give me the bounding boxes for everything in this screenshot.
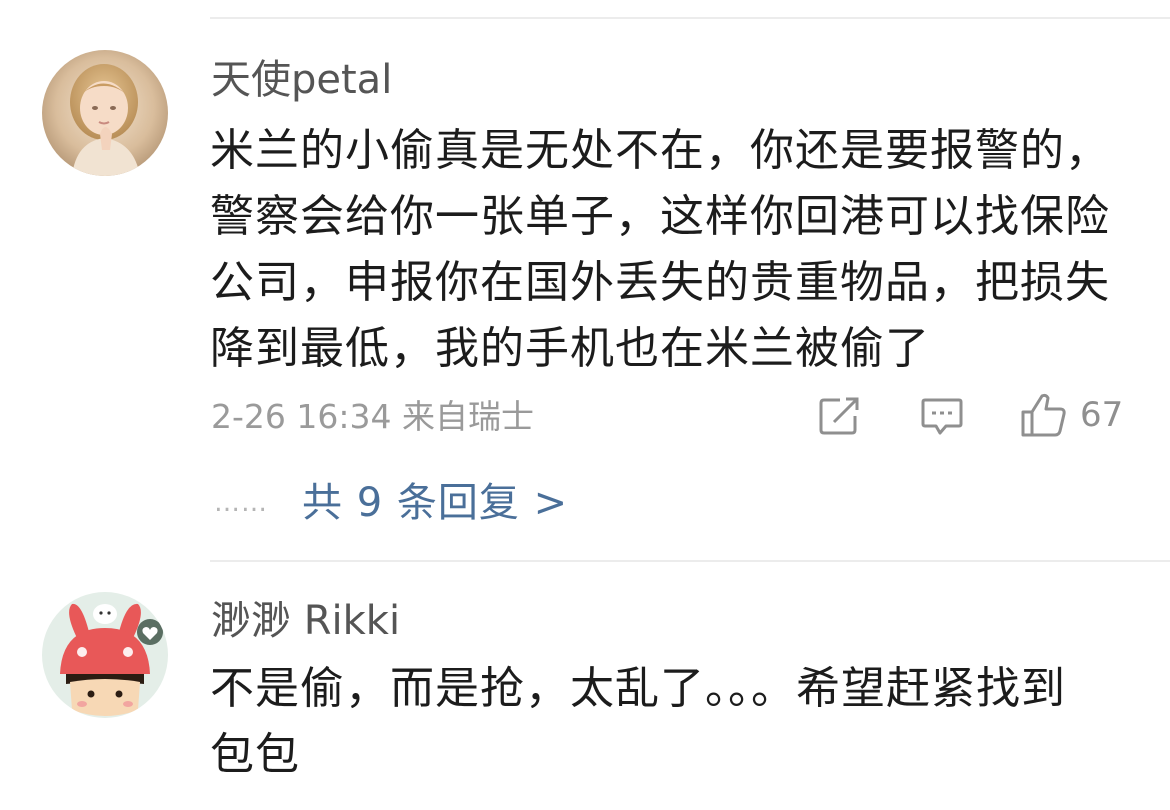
ellipsis-dots: …… <box>214 488 268 518</box>
like-button[interactable]: 67 <box>1020 392 1123 438</box>
comment-line: 警察会给你一张单子，这样你回港可以找保险 <box>210 191 1110 242</box>
comment-line: 米兰的小偷真是无处不在，你还是要报警的， <box>210 125 1110 176</box>
avatar-girl-image <box>42 50 168 176</box>
comment-line: 公司，申报你在国外丢失的贵重物品，把损失 <box>210 257 1110 308</box>
comment-text: 米兰的小偷真是无处不在，你还是要报警的， 警察会给你一张单子，这样你回港可以找保… <box>210 118 1140 382</box>
avatar[interactable] <box>42 50 168 176</box>
replies-link[interactable]: 共 9 条回复 > <box>302 478 568 528</box>
divider-between-comments <box>210 560 1170 562</box>
comment-line: 包包 <box>210 729 300 780</box>
username[interactable]: 渺渺 Rikki <box>211 596 400 646</box>
view-replies[interactable]: …… 共 9 条回复 > <box>214 478 568 528</box>
comment-line: 降到最低，我的手机也在米兰被偷了 <box>210 323 930 374</box>
like-count: 67 <box>1080 395 1124 435</box>
avatar[interactable] <box>42 592 168 718</box>
comment-line: 不是偷，而是抢，太乱了。。。希望赶紧找到 <box>210 663 1066 714</box>
divider-top <box>210 17 1170 19</box>
comment-meta: 2-26 16:34 来自瑞士 <box>211 397 534 436</box>
comment-icon <box>921 398 963 435</box>
repost-icon <box>819 397 859 435</box>
username[interactable]: 天使petal <box>211 55 392 105</box>
comment-button[interactable] <box>920 396 964 438</box>
comment-text: 不是偷，而是抢，太乱了。。。希望赶紧找到 包包 <box>210 656 1140 788</box>
avatar-bunny-hat-image <box>42 592 168 718</box>
repost-button[interactable] <box>818 396 862 436</box>
thumbs-up-icon <box>1021 393 1066 437</box>
